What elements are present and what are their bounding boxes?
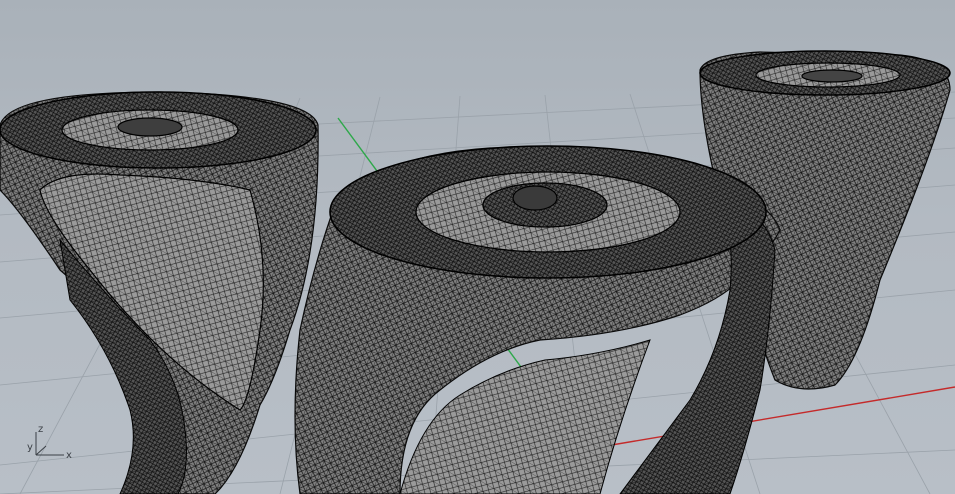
viewport-canvas[interactable]: z y x [0,0,955,494]
left-ring-mesh[interactable] [0,91,319,494]
axis-gizmo: z y x [27,424,72,461]
center-ring-mesh[interactable] [294,145,781,494]
x-axis-line [581,386,955,451]
gizmo-y-label: y [27,442,33,453]
perspective-viewport[interactable]: z y x [0,0,955,494]
gizmo-x-label: x [66,450,72,461]
gizmo-z-label: z [38,424,43,435]
